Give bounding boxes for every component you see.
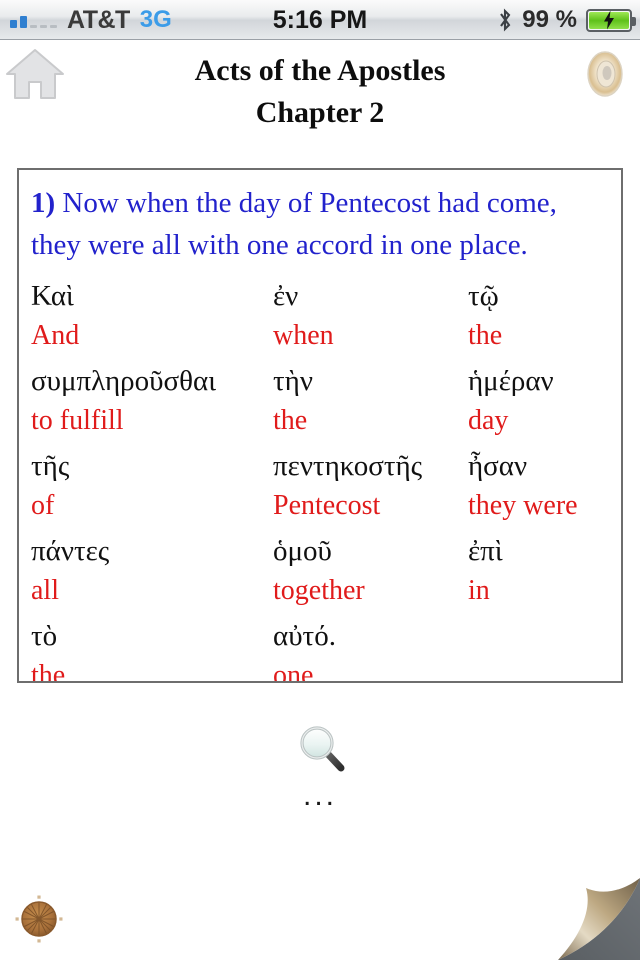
interlinear-cell[interactable]: συμπληροῦσθαι to fulfill — [31, 361, 216, 441]
verse-number: 1) — [31, 187, 56, 219]
interlinear-row: τὸ the αὐτό. one — [31, 616, 611, 683]
verse-box: 1) Now when the day of Pentecost had com… — [17, 168, 623, 683]
gloss-word: all — [31, 575, 59, 606]
interlinear-cell[interactable]: ἐπὶ in — [468, 531, 503, 611]
greek-word: Καὶ — [31, 280, 74, 312]
verse-translation-text: Now when the day of Pentecost had come, … — [31, 187, 557, 261]
verse-translation: 1) Now when the day of Pentecost had com… — [19, 170, 621, 270]
greek-word: πεντηκοστῆς — [273, 450, 423, 482]
more-indicator[interactable]: ... — [0, 781, 640, 811]
interlinear-cell[interactable]: πάντες all — [31, 531, 109, 611]
greek-word: αὐτό. — [273, 620, 336, 652]
interlinear-row: Καὶ And ἐν when τῷ the — [31, 276, 611, 361]
battery-charging-icon — [586, 8, 636, 32]
interlinear-row: συμπληροῦσθαι to fulfill τὴν the ἡμέραν … — [31, 361, 611, 446]
greek-word: ὁμοῦ — [273, 535, 332, 567]
status-bar-right: 99 % — [497, 0, 636, 40]
gloss-word: the — [31, 660, 66, 683]
interlinear-cell[interactable]: ὁμοῦ together — [273, 531, 365, 611]
greek-word: τῷ — [468, 280, 499, 312]
interlinear-cell[interactable]: πεντηκοστῆς Pentecost — [273, 446, 422, 526]
greek-word: τὴν — [273, 365, 313, 397]
page-header: Acts of the Apostles Chapter 2 — [0, 40, 640, 168]
interlinear-cell[interactable]: ἡμέραν day — [468, 361, 554, 441]
interlinear-row: τῆς of πεντηκοστῆς Pentecost ἦσαν they w… — [31, 446, 611, 531]
gloss-word: they were — [468, 490, 578, 521]
greek-word: ἐν — [273, 280, 299, 312]
greek-word: ἡμέραν — [468, 365, 554, 397]
page-curl-icon[interactable] — [530, 868, 640, 960]
bluetooth-icon — [497, 8, 513, 32]
page-subtitle: Chapter 2 — [255, 96, 385, 129]
gloss-word: And — [31, 320, 80, 351]
interlinear-cell[interactable]: ἦσαν they were — [468, 446, 578, 526]
gloss-word: to fulfill — [31, 405, 124, 436]
interlinear-cell[interactable]: τῆς of — [31, 446, 69, 526]
gloss-word: day — [468, 405, 509, 436]
compass-icon[interactable] — [14, 894, 64, 944]
battery-percent-label: 99 % — [522, 6, 577, 33]
gloss-word: of — [31, 490, 55, 521]
greek-word: ἦσαν — [468, 450, 528, 482]
greek-word: συμπληροῦσθαι — [31, 365, 217, 397]
greek-word: τὸ — [31, 620, 58, 652]
interlinear-cell[interactable]: τὸ the — [31, 616, 66, 683]
interlinear-table: Καὶ And ἐν when τῷ the συμπληροῦσθαι to … — [19, 270, 621, 683]
gloss-word: Pentecost — [273, 490, 381, 521]
magnifier-icon[interactable] — [296, 722, 348, 774]
speaker-icon[interactable] — [580, 46, 632, 102]
interlinear-cell[interactable]: ἐν when — [273, 276, 334, 356]
status-bar: AT&T 3G 5:16 PM 99 % — [0, 0, 640, 40]
gloss-word: the — [273, 405, 308, 436]
interlinear-cell[interactable]: αὐτό. one — [273, 616, 336, 683]
gloss-word: when — [273, 320, 334, 351]
gloss-word: one — [273, 660, 314, 683]
gloss-word: the — [468, 320, 503, 351]
interlinear-row: πάντες all ὁμοῦ together ἐπὶ in — [31, 531, 611, 616]
gloss-word: together — [273, 575, 365, 606]
greek-word: τῆς — [31, 450, 70, 482]
greek-word: πάντες — [31, 535, 110, 567]
home-icon[interactable] — [4, 46, 66, 102]
interlinear-cell[interactable]: Καὶ And — [31, 276, 79, 356]
interlinear-cell[interactable]: τῷ the — [468, 276, 502, 356]
gloss-word: in — [468, 575, 490, 606]
interlinear-cell[interactable]: τὴν the — [273, 361, 313, 441]
page-title: Acts of the Apostles — [194, 54, 446, 87]
greek-word: ἐπὶ — [468, 535, 503, 567]
title-block: Acts of the Apostles Chapter 2 — [90, 50, 550, 134]
